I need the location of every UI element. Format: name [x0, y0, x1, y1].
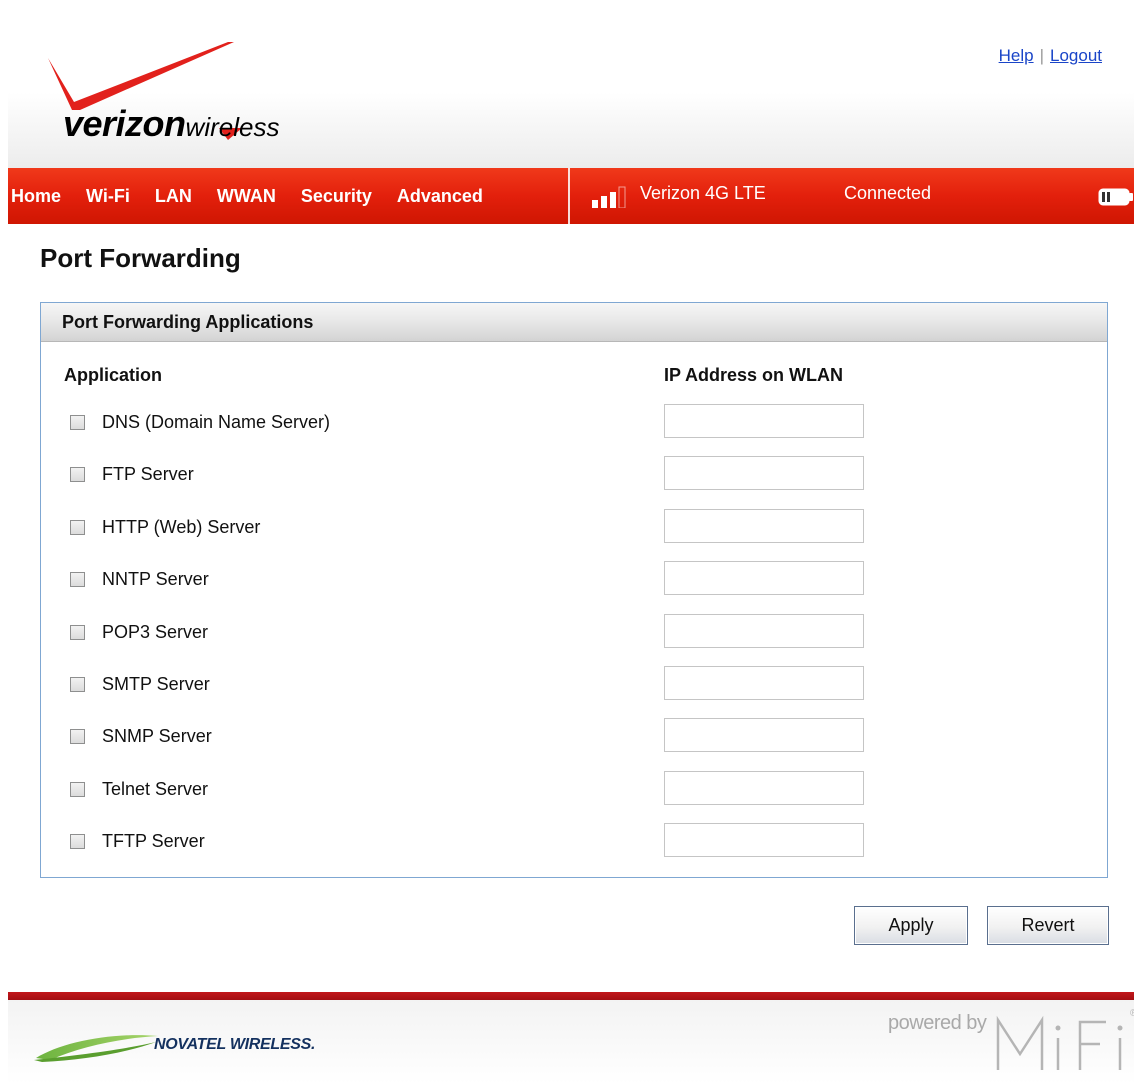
app-label-snmp: SNMP Server: [102, 726, 212, 746]
header: verizonwireless Help | Logout: [8, 0, 1134, 168]
apply-button[interactable]: Apply: [854, 906, 968, 945]
app-row-ftp: FTP Server: [41, 456, 1107, 496]
column-header-ip: IP Address on WLAN: [664, 365, 844, 385]
nav-item-wwan[interactable]: WWAN: [217, 186, 276, 207]
port-forwarding-panel: Port Forwarding Applications Application…: [40, 302, 1108, 878]
ip-input-telnet[interactable]: [664, 771, 864, 805]
nav-item-home[interactable]: Home: [11, 186, 61, 207]
registered-mark: ®: [1130, 1008, 1134, 1019]
powered-by-text: powered by: [888, 1012, 987, 1034]
battery-icon: [1098, 188, 1133, 206]
panel-header: Port Forwarding Applications: [41, 303, 1107, 342]
checkbox-tftp[interactable]: [70, 834, 85, 849]
app-label-smtp: SMTP Server: [102, 674, 210, 694]
nav-item-wifi[interactable]: Wi-Fi: [86, 186, 130, 207]
checkbox-dns[interactable]: [70, 415, 85, 430]
checkbox-telnet[interactable]: [70, 782, 85, 797]
verizon-logo: verizonwireless: [46, 40, 366, 150]
checkbox-ftp[interactable]: [70, 467, 85, 482]
app-label-dns: DNS (Domain Name Server): [102, 412, 331, 432]
app-row-smtp: SMTP Server: [41, 666, 1107, 706]
revert-button[interactable]: Revert: [987, 906, 1109, 945]
logout-link[interactable]: Logout: [1050, 46, 1102, 65]
app-label-ftp: FTP Server: [102, 464, 194, 484]
app-label-tftp: TFTP Server: [102, 831, 205, 851]
app-row-dns: DNS (Domain Name Server): [41, 404, 1107, 444]
app-row-snmp: SNMP Server: [41, 718, 1107, 758]
nav-item-security[interactable]: Security: [301, 186, 372, 207]
brand-bold: verizon: [63, 103, 186, 144]
ip-input-http[interactable]: [664, 509, 864, 543]
link-separator: |: [1039, 46, 1044, 65]
app-row-tftp: TFTP Server: [41, 823, 1107, 863]
app-row-pop3: POP3 Server: [41, 614, 1107, 654]
page-title: Port Forwarding: [40, 243, 241, 273]
mifi-logo: ®: [996, 1008, 1134, 1070]
ip-input-snmp[interactable]: [664, 718, 864, 752]
column-header-application: Application: [64, 365, 162, 385]
nav-item-lan[interactable]: LAN: [155, 186, 192, 207]
signal-strength-icon: [592, 186, 626, 208]
checkbox-smtp[interactable]: [70, 677, 85, 692]
checkbox-pop3[interactable]: [70, 625, 85, 640]
checkbox-http[interactable]: [70, 520, 85, 535]
checkbox-nntp[interactable]: [70, 572, 85, 587]
panel-title: Port Forwarding Applications: [62, 312, 314, 332]
top-links: Help | Logout: [999, 46, 1102, 66]
ip-input-nntp[interactable]: [664, 561, 864, 595]
checkbox-snmp[interactable]: [70, 729, 85, 744]
nav-divider: [568, 168, 570, 224]
novatel-swoosh-icon: [34, 1035, 158, 1062]
ip-input-smtp[interactable]: [664, 666, 864, 700]
carrier-label: Verizon 4G LTE: [640, 183, 766, 203]
ip-input-dns[interactable]: [664, 404, 864, 438]
nav-item-advanced[interactable]: Advanced: [397, 186, 483, 207]
footer-divider: [8, 992, 1134, 1000]
help-link[interactable]: Help: [999, 46, 1034, 65]
main-nav: Home Wi-Fi LAN WWAN Security Advanced Ve…: [8, 168, 1134, 224]
app-label-telnet: Telnet Server: [102, 779, 209, 799]
ip-input-ftp[interactable]: [664, 456, 864, 490]
app-row-http: HTTP (Web) Server: [41, 509, 1107, 549]
app-row-telnet: Telnet Server: [41, 771, 1107, 811]
nav-items: Home Wi-Fi LAN WWAN Security Advanced: [8, 168, 495, 224]
app-label-http: HTTP (Web) Server: [102, 517, 261, 537]
ip-input-pop3[interactable]: [664, 614, 864, 648]
footer: NOVATEL WIRELESS. powered by ®: [8, 1000, 1134, 1084]
novatel-logo-text: NOVATEL WIRELESS.: [154, 1036, 316, 1053]
app-label-nntp: NNTP Server: [102, 569, 209, 589]
brand-suffix: wireless: [185, 112, 280, 142]
app-row-nntp: NNTP Server: [41, 561, 1107, 601]
page: verizonwireless Help | Logout Home Wi-Fi L…: [0, 0, 1134, 1084]
connection-status: Connected: [844, 183, 932, 203]
verizon-wordmark: verizonwireless: [63, 103, 279, 145]
app-label-pop3: POP3 Server: [102, 622, 209, 642]
ip-input-tftp[interactable]: [664, 823, 864, 857]
